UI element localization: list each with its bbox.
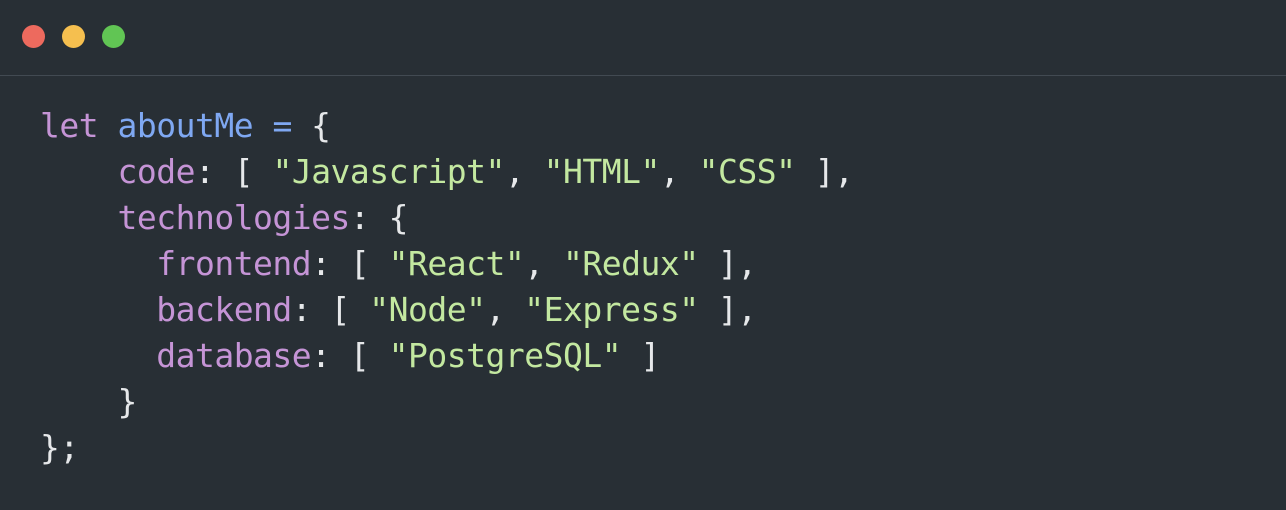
code-token-punctuation: : [ [291, 290, 370, 329]
code-token-string: "Express" [524, 290, 699, 329]
code-line: } [40, 379, 854, 425]
code-token-punctuation: : [ [194, 152, 273, 191]
code-token-property: backend [156, 290, 292, 329]
code-line: code: [ "Javascript", "HTML", "CSS" ], [40, 149, 854, 195]
code-token-string: "PostgreSQL" [388, 336, 622, 375]
code-token-punctuation [98, 106, 117, 145]
code-line: let aboutMe = { [40, 103, 854, 149]
code-token-punctuation: : [ [311, 336, 389, 375]
code-line: technologies: { [40, 195, 854, 241]
code-token-identifier: = [272, 106, 292, 145]
code-token-punctuation: { [291, 106, 331, 145]
code-token-keyword: let [40, 106, 99, 145]
code-token-punctuation: ] [621, 336, 660, 375]
code-token-punctuation: } [117, 382, 137, 421]
code-token-punctuation: }; [40, 428, 79, 467]
code-token-punctuation: : { [349, 198, 409, 237]
code-token-property: technologies [117, 198, 350, 237]
maximize-window-button[interactable] [102, 25, 125, 48]
code-token-punctuation [253, 106, 272, 145]
code-token-punctuation: ], [698, 244, 757, 283]
code-token-string: "React" [388, 244, 525, 283]
code-token-punctuation: ], [795, 152, 854, 191]
code-token-identifier: aboutMe [117, 106, 254, 145]
code-token-punctuation: , [504, 152, 544, 191]
code-token-punctuation: , [659, 152, 699, 191]
window-titlebar [0, 0, 1286, 76]
code-line: backend: [ "Node", "Express" ], [40, 287, 854, 333]
code-token-punctuation: , [485, 290, 525, 329]
code-token-property: database [156, 336, 312, 375]
code-line: }; [40, 425, 854, 471]
code-window: let aboutMe = { code: [ "Javascript", "H… [0, 0, 1286, 510]
code-token-property: code [117, 152, 195, 191]
code-token-string: "CSS" [698, 152, 796, 191]
close-window-button[interactable] [22, 25, 45, 48]
code-line: frontend: [ "React", "Redux" ], [40, 241, 854, 287]
code-token-punctuation: ], [698, 290, 757, 329]
code-token-punctuation: , [524, 244, 563, 283]
minimize-window-button[interactable] [62, 25, 85, 48]
code-block: let aboutMe = { code: [ "Javascript", "H… [40, 103, 854, 471]
code-token-string: "Node" [369, 290, 486, 329]
code-token-property: frontend [156, 244, 312, 283]
code-token-string: "Javascript" [272, 152, 505, 191]
code-token-punctuation: : [ [311, 244, 389, 283]
code-token-string: "Redux" [562, 244, 699, 283]
code-line: database: [ "PostgreSQL" ] [40, 333, 854, 379]
code-token-string: "HTML" [543, 152, 661, 191]
